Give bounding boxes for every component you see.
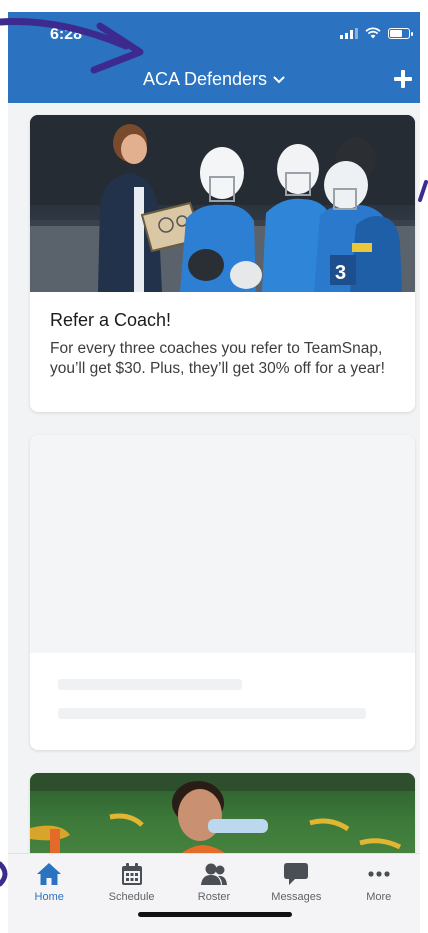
- card-title: Refer a Coach!: [50, 310, 172, 330]
- loading-placeholder-card: [30, 435, 415, 750]
- skeleton-line: [58, 679, 242, 690]
- tab-home[interactable]: Home: [8, 854, 90, 933]
- people-icon: [200, 863, 227, 885]
- card-description: For every three coaches you refer to Tea…: [50, 340, 385, 377]
- wifi-icon: [365, 27, 381, 39]
- add-icon[interactable]: [394, 70, 412, 88]
- skeleton-line: [58, 708, 366, 719]
- app-screen: 6:28 ACA Defenders 3 Refer a Coach! For …: [8, 12, 420, 933]
- tab-label: Home: [34, 891, 64, 903]
- ellipsis-icon: [368, 871, 390, 877]
- tab-label: Roster: [197, 891, 231, 903]
- coach-team-photo: 3: [30, 115, 415, 292]
- top-nav-bar: 6:28 ACA Defenders: [8, 12, 420, 103]
- status-time: 6:28: [50, 26, 83, 43]
- bottom-tab-bar: Home Schedule Roster Messages More: [8, 853, 420, 933]
- chat-bubble-icon: [284, 863, 309, 885]
- calendar-icon: [121, 863, 142, 885]
- tab-label: Messages: [271, 891, 322, 903]
- svg-text:3: 3: [335, 262, 346, 284]
- refer-coach-card[interactable]: 3 Refer a Coach! For every three coaches…: [30, 115, 415, 412]
- tab-schedule[interactable]: Schedule: [91, 854, 173, 933]
- home-icon: [37, 863, 62, 885]
- status-icons: [340, 27, 413, 39]
- tab-roster[interactable]: Roster: [173, 854, 255, 933]
- tab-more[interactable]: More: [338, 854, 420, 933]
- tab-label: More: [366, 891, 392, 903]
- team-name: ACA Defenders: [142, 69, 268, 89]
- skeleton-image: [30, 435, 415, 653]
- signal-icon: [340, 27, 358, 39]
- battery-icon: [388, 27, 413, 39]
- home-indicator: [138, 912, 292, 917]
- tab-label: Schedule: [108, 891, 155, 903]
- chevron-down-icon: [273, 76, 285, 84]
- team-switcher[interactable]: ACA Defenders: [8, 69, 420, 90]
- tab-messages[interactable]: Messages: [255, 854, 337, 933]
